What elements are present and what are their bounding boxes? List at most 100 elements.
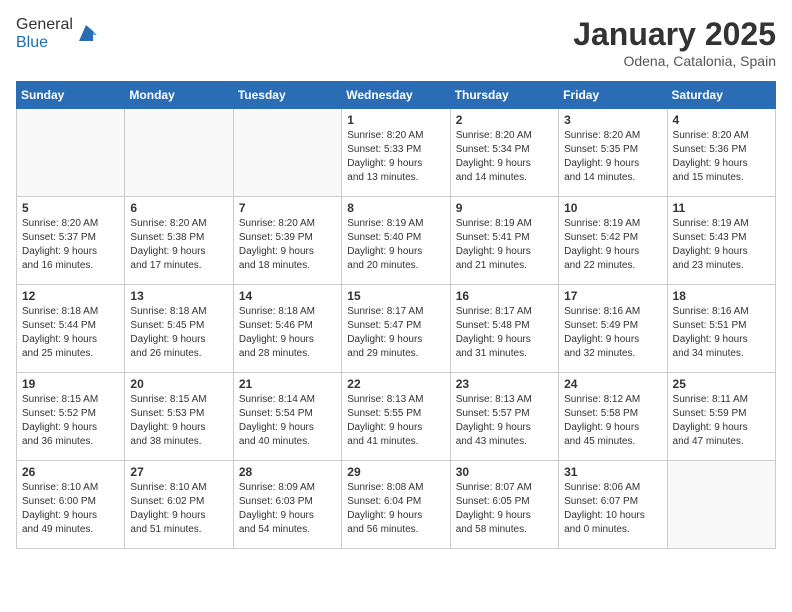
calendar-cell: 8Sunrise: 8:19 AM Sunset: 5:40 PM Daylig… (342, 197, 450, 285)
day-info: Sunrise: 8:09 AM Sunset: 6:03 PM Dayligh… (239, 481, 336, 537)
day-info: Sunrise: 8:19 AM Sunset: 5:42 PM Dayligh… (564, 217, 661, 273)
day-number: 7 (239, 201, 336, 215)
day-info: Sunrise: 8:14 AM Sunset: 5:54 PM Dayligh… (239, 393, 336, 449)
day-info: Sunrise: 8:16 AM Sunset: 5:49 PM Dayligh… (564, 305, 661, 361)
calendar-cell: 9 Sunrise: 8:19 AM Sunset: 5:41 PM Daylig… (450, 197, 558, 285)
calendar-cell: 6 Sunrise: 8:20 AM Sunset: 5:38 PM Daylig… (125, 197, 233, 285)
day-number: 3 (564, 113, 661, 127)
day-number: 21 (239, 377, 336, 391)
day-info: Sunrise: 8:15 AM Sunset: 5:52 PM Dayligh… (22, 393, 119, 449)
calendar-table: SundayMondayTuesdayWednesdayThursdayFrid… (16, 81, 776, 549)
calendar-cell: 31Sunrise: 8:06 AM Sunset: 6:07 PM Dayli… (559, 461, 667, 549)
location-text: Odena, Catalonia, Spain (573, 53, 776, 69)
day-info: Sunrise: 8:17 AM Sunset: 5:47 PM Dayligh… (347, 305, 444, 361)
weekday-header-friday: Friday (559, 82, 667, 109)
calendar-cell: 4 Sunrise: 8:20 AM Sunset: 5:36 PM Daylig… (667, 109, 775, 197)
day-number: 1 (347, 113, 444, 127)
calendar-cell: 11 Sunrise: 8:19 AM Sunset: 5:43 PM Dayli… (667, 197, 775, 285)
day-info: Sunrise: 8:07 AM Sunset: 6:05 PM Dayligh… (456, 481, 553, 537)
day-number: 14 (239, 289, 336, 303)
calendar-cell: 3 Sunrise: 8:20 AM Sunset: 5:35 PM Daylig… (559, 109, 667, 197)
day-info: Sunrise: 8:10 AM Sunset: 6:00 PM Dayligh… (22, 481, 119, 537)
day-number: 13 (130, 289, 227, 303)
calendar-cell: 13 Sunrise: 8:18 AM Sunset: 5:45 PM Dayli… (125, 285, 233, 373)
day-number: 15 (347, 289, 444, 303)
calendar-cell: 21 Sunrise: 8:14 AM Sunset: 5:54 PM Dayli… (233, 373, 341, 461)
day-number: 9 (456, 201, 553, 215)
calendar-cell: 28 Sunrise: 8:09 AM Sunset: 6:03 PM Dayli… (233, 461, 341, 549)
logo-blue-text: Blue (16, 34, 48, 51)
month-title: January 2025 (573, 16, 776, 53)
weekday-header-thursday: Thursday (450, 82, 558, 109)
calendar-week-row: 12 Sunrise: 8:18 AM Sunset: 5:44 PM Dayli… (17, 285, 776, 373)
calendar-cell: 23Sunrise: 8:13 AM Sunset: 5:57 PM Dayli… (450, 373, 558, 461)
calendar-week-row: 5 Sunrise: 8:20 AM Sunset: 5:37 PM Daylig… (17, 197, 776, 285)
calendar-cell: 19Sunrise: 8:15 AM Sunset: 5:52 PM Dayli… (17, 373, 125, 461)
day-number: 5 (22, 201, 119, 215)
day-number: 28 (239, 465, 336, 479)
day-info: Sunrise: 8:20 AM Sunset: 5:35 PM Dayligh… (564, 129, 661, 185)
day-info: Sunrise: 8:13 AM Sunset: 5:55 PM Dayligh… (347, 393, 444, 449)
calendar-cell (233, 109, 341, 197)
day-number: 4 (673, 113, 770, 127)
logo-general-text: General (16, 16, 73, 33)
calendar-cell: 12 Sunrise: 8:18 AM Sunset: 5:44 PM Dayli… (17, 285, 125, 373)
day-number: 6 (130, 201, 227, 215)
calendar-cell: 22 Sunrise: 8:13 AM Sunset: 5:55 PM Dayli… (342, 373, 450, 461)
day-number: 10 (564, 201, 661, 215)
weekday-header-saturday: Saturday (667, 82, 775, 109)
page-header: General Blue January 2025 Odena, Catalon… (16, 16, 776, 69)
day-number: 29 (347, 465, 444, 479)
day-info: Sunrise: 8:12 AM Sunset: 5:58 PM Dayligh… (564, 393, 661, 449)
day-info: Sunrise: 8:11 AM Sunset: 5:59 PM Dayligh… (673, 393, 770, 449)
weekday-header-row: SundayMondayTuesdayWednesdayThursdayFrid… (17, 82, 776, 109)
day-number: 26 (22, 465, 119, 479)
day-info: Sunrise: 8:08 AM Sunset: 6:04 PM Dayligh… (347, 481, 444, 537)
calendar-cell: 30 Sunrise: 8:07 AM Sunset: 6:05 PM Dayli… (450, 461, 558, 549)
calendar-cell: 26 Sunrise: 8:10 AM Sunset: 6:00 PM Dayli… (17, 461, 125, 549)
day-info: Sunrise: 8:06 AM Sunset: 6:07 PM Dayligh… (564, 481, 661, 537)
calendar-cell: 1 Sunrise: 8:20 AM Sunset: 5:33 PM Daylig… (342, 109, 450, 197)
day-info: Sunrise: 8:19 AM Sunset: 5:43 PM Dayligh… (673, 217, 770, 273)
day-number: 11 (673, 201, 770, 215)
calendar-cell: 20Sunrise: 8:15 AM Sunset: 5:53 PM Dayli… (125, 373, 233, 461)
calendar-cell: 5 Sunrise: 8:20 AM Sunset: 5:37 PM Daylig… (17, 197, 125, 285)
calendar-cell (667, 461, 775, 549)
weekday-header-sunday: Sunday (17, 82, 125, 109)
day-number: 16 (456, 289, 553, 303)
day-number: 12 (22, 289, 119, 303)
calendar-cell: 16 Sunrise: 8:17 AM Sunset: 5:48 PM Dayli… (450, 285, 558, 373)
day-info: Sunrise: 8:20 AM Sunset: 5:36 PM Dayligh… (673, 129, 770, 185)
day-info: Sunrise: 8:18 AM Sunset: 5:44 PM Dayligh… (22, 305, 119, 361)
day-number: 8 (347, 201, 444, 215)
day-number: 17 (564, 289, 661, 303)
logo: General Blue (16, 16, 97, 52)
calendar-week-row: 1 Sunrise: 8:20 AM Sunset: 5:33 PM Daylig… (17, 109, 776, 197)
day-info: Sunrise: 8:18 AM Sunset: 5:46 PM Dayligh… (239, 305, 336, 361)
day-info: Sunrise: 8:17 AM Sunset: 5:48 PM Dayligh… (456, 305, 553, 361)
day-number: 30 (456, 465, 553, 479)
day-info: Sunrise: 8:20 AM Sunset: 5:33 PM Dayligh… (347, 129, 444, 185)
calendar-cell: 17 Sunrise: 8:16 AM Sunset: 5:49 PM Dayli… (559, 285, 667, 373)
day-info: Sunrise: 8:18 AM Sunset: 5:45 PM Dayligh… (130, 305, 227, 361)
calendar-week-row: 19Sunrise: 8:15 AM Sunset: 5:52 PM Dayli… (17, 373, 776, 461)
day-number: 27 (130, 465, 227, 479)
weekday-header-wednesday: Wednesday (342, 82, 450, 109)
calendar-cell: 24 Sunrise: 8:12 AM Sunset: 5:58 PM Dayli… (559, 373, 667, 461)
calendar-cell: 15 Sunrise: 8:17 AM Sunset: 5:47 PM Dayli… (342, 285, 450, 373)
day-number: 24 (564, 377, 661, 391)
day-info: Sunrise: 8:20 AM Sunset: 5:38 PM Dayligh… (130, 217, 227, 273)
day-info: Sunrise: 8:19 AM Sunset: 5:41 PM Dayligh… (456, 217, 553, 273)
day-number: 18 (673, 289, 770, 303)
calendar-cell (17, 109, 125, 197)
day-number: 22 (347, 377, 444, 391)
day-number: 2 (456, 113, 553, 127)
day-info: Sunrise: 8:20 AM Sunset: 5:34 PM Dayligh… (456, 129, 553, 185)
calendar-cell: 25Sunrise: 8:11 AM Sunset: 5:59 PM Dayli… (667, 373, 775, 461)
weekday-header-monday: Monday (125, 82, 233, 109)
day-info: Sunrise: 8:20 AM Sunset: 5:37 PM Dayligh… (22, 217, 119, 273)
day-number: 20 (130, 377, 227, 391)
title-block: January 2025 Odena, Catalonia, Spain (573, 16, 776, 69)
calendar-cell: 27Sunrise: 8:10 AM Sunset: 6:02 PM Dayli… (125, 461, 233, 549)
weekday-header-tuesday: Tuesday (233, 82, 341, 109)
